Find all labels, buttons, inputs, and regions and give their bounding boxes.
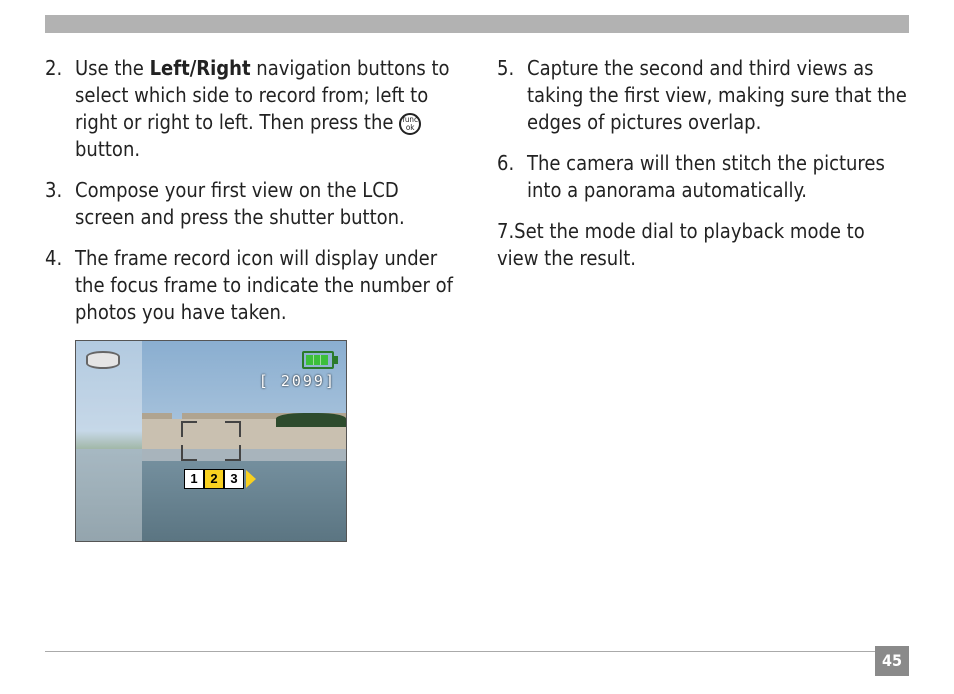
- step-text-tail: button.: [75, 137, 140, 161]
- steps-list-right: 5. Capture the second and third views as…: [497, 55, 909, 272]
- frame-record-indicator: 1 2 3: [184, 469, 256, 489]
- step-number: 6.: [497, 150, 514, 177]
- direction-arrow-icon: [246, 470, 256, 488]
- step-number: 5.: [497, 55, 514, 82]
- step-number: 4.: [45, 245, 62, 272]
- footer-rule: [45, 651, 909, 652]
- focus-frame-icon: [181, 421, 241, 461]
- content-columns: 2. Use the Left/Right navigation buttons…: [45, 55, 909, 542]
- manual-page: 2. Use the Left/Right navigation buttons…: [0, 0, 954, 694]
- step-4: 4. The frame record icon will display un…: [45, 245, 457, 326]
- frame-3-icon: 3: [224, 469, 244, 489]
- battery-icon: [302, 351, 334, 369]
- step-number: 3.: [45, 177, 62, 204]
- panorama-overlap-ghost: [76, 341, 142, 541]
- step-3: 3. Compose your first view on the LCD sc…: [45, 177, 457, 231]
- steps-list-left: 2. Use the Left/Right navigation buttons…: [45, 55, 457, 326]
- left-column: 2. Use the Left/Right navigation buttons…: [45, 55, 457, 542]
- right-column: 5. Capture the second and third views as…: [497, 55, 909, 542]
- step-text: Capture the second and third views as ta…: [527, 56, 907, 134]
- page-number: 45: [875, 646, 909, 676]
- step-number: 7.: [497, 219, 514, 243]
- lcd-screenshot-illustration: [ 2099] 1 2 3: [75, 340, 347, 542]
- panorama-mode-icon: [86, 351, 120, 369]
- frame-2-icon: 2: [204, 469, 224, 489]
- header-bar: [45, 15, 909, 33]
- step-6: 6. The camera will then stitch the pictu…: [497, 150, 909, 204]
- step-text: The camera will then stitch the pictures…: [527, 151, 885, 202]
- step-7: 7.Set the mode dial to playback mode to …: [497, 218, 909, 272]
- step-text: Set the mode dial to playback mode to vi…: [497, 219, 865, 270]
- step-text-bold: Left/Right: [150, 56, 251, 80]
- step-number: 2.: [45, 55, 62, 82]
- step-text: Compose your first view on the LCD scree…: [75, 178, 405, 229]
- step-5: 5. Capture the second and third views as…: [497, 55, 909, 136]
- func-ok-button-icon: funcok: [399, 113, 421, 135]
- shots-remaining-counter: [ 2099]: [259, 371, 336, 391]
- step-2: 2. Use the Left/Right navigation buttons…: [45, 55, 457, 163]
- frame-1-icon: 1: [184, 469, 204, 489]
- step-text: The frame record icon will display under…: [75, 246, 453, 324]
- step-text-pre: Use the: [75, 56, 150, 80]
- trees: [276, 413, 346, 427]
